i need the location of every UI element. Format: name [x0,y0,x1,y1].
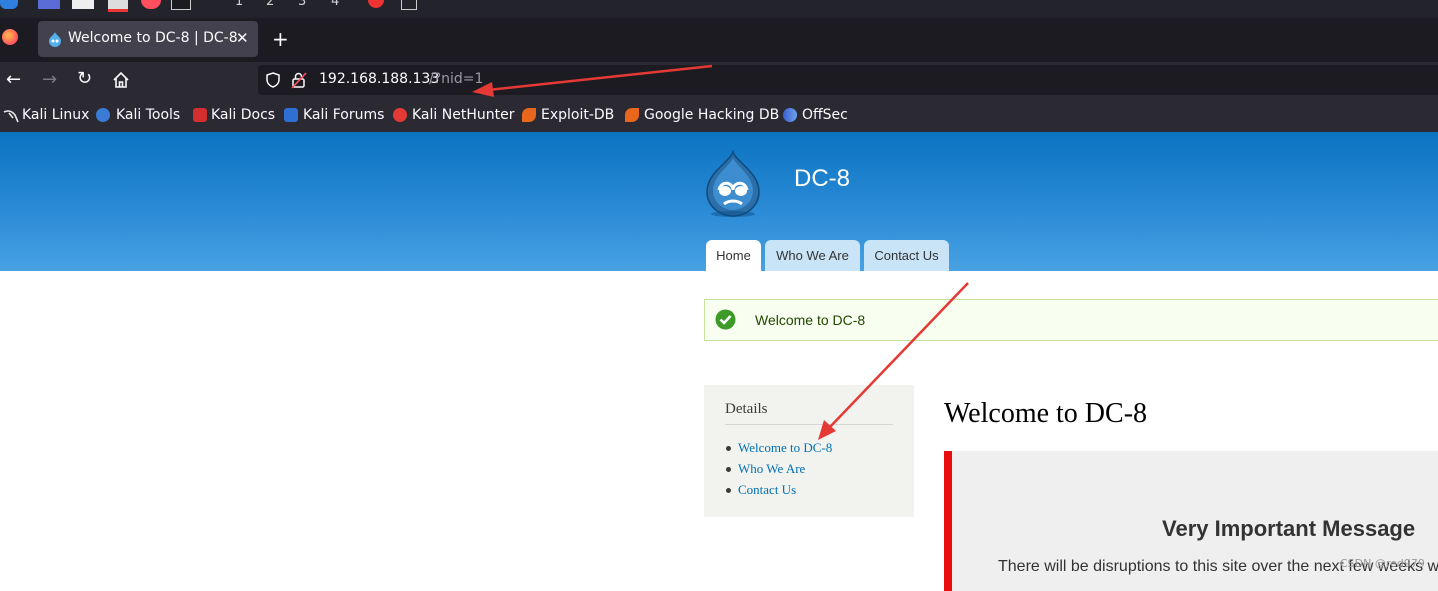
annotation-arrows [472,64,969,440]
annotation-arrow-sidebar [818,282,969,440]
annotation-arrow-url [472,64,713,97]
